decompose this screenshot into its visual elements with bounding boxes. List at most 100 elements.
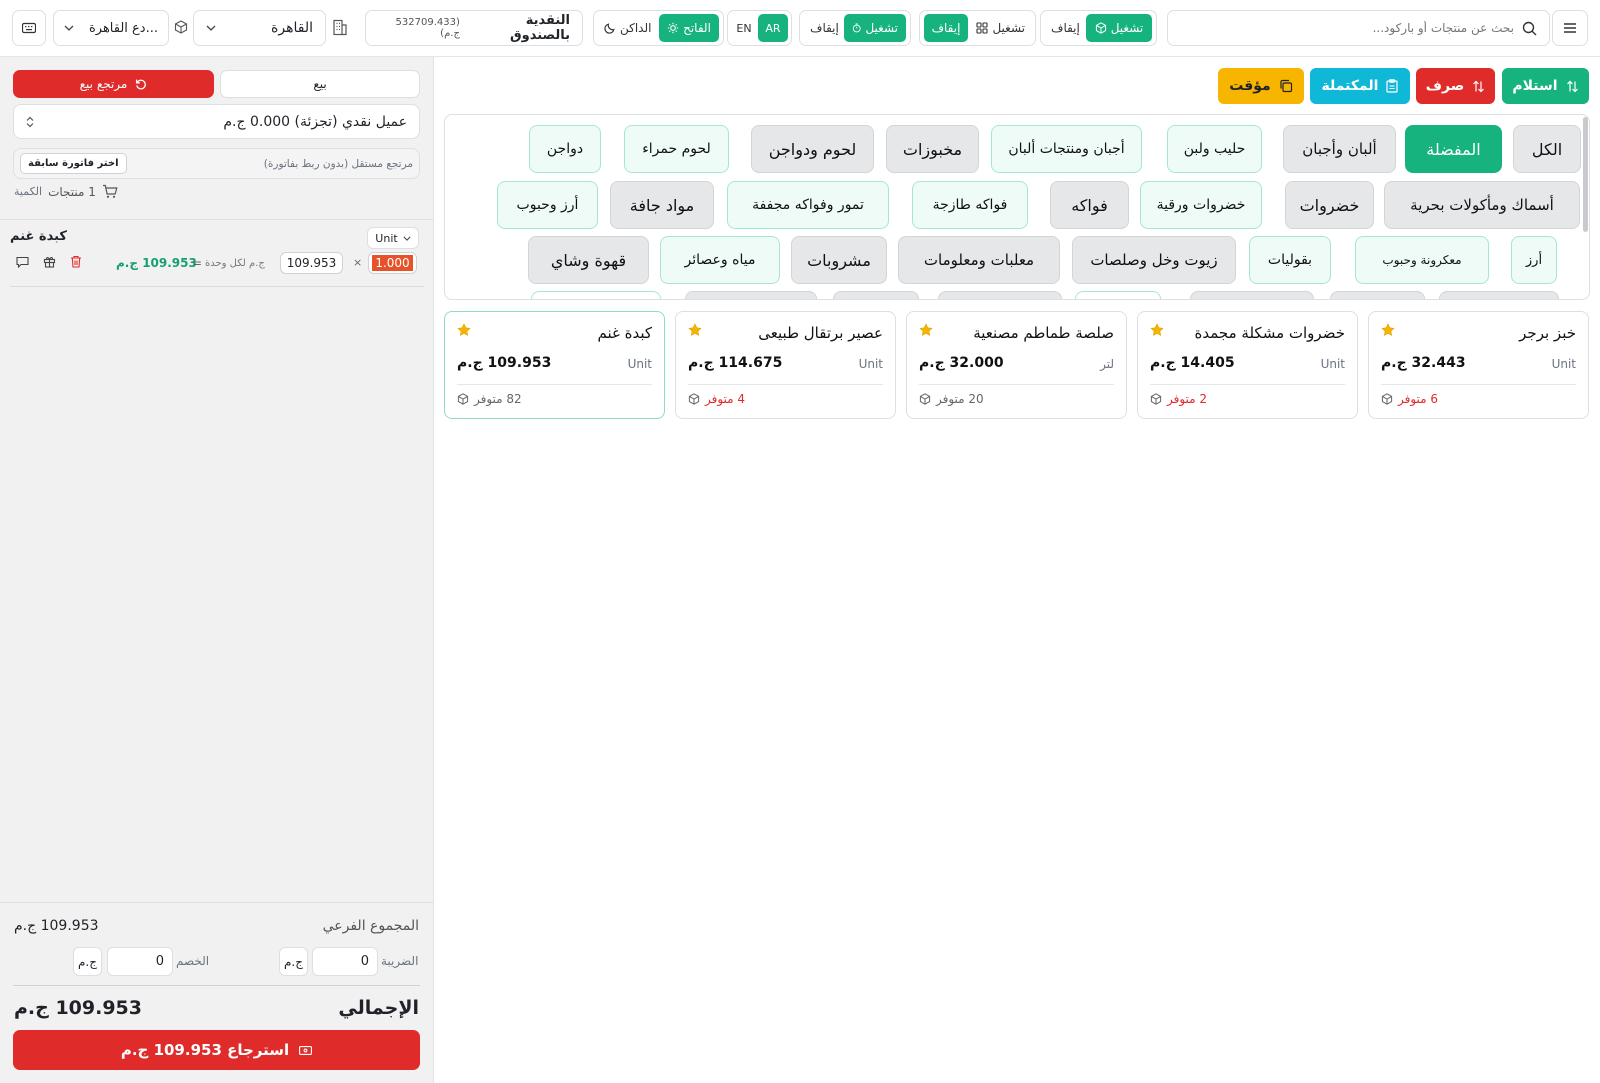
menu-button[interactable] xyxy=(1552,10,1588,46)
refund-button[interactable]: استرجاع 109.953 ج.م xyxy=(13,1030,420,1070)
category-chip[interactable]: فواكه xyxy=(1050,181,1129,229)
spend-button[interactable]: صرف xyxy=(1416,68,1495,104)
pick-invoice-button[interactable]: اختر فاتورة سابقة xyxy=(20,153,127,174)
category-chip[interactable]: أجبان ومنتجات ألبان xyxy=(991,125,1142,173)
category-label: ألبان وأجبان xyxy=(1302,140,1377,158)
product-card[interactable]: خضروات مشكلة مجمدة Unit 14.405 ج.م 2 متو… xyxy=(1137,311,1358,419)
timer-on-label: تشغيل xyxy=(865,21,898,35)
category-chip[interactable]: مشروبات xyxy=(791,236,887,284)
category-chip[interactable]: فواكه طازجة xyxy=(912,181,1028,229)
grid-on-label: تشغيل xyxy=(992,21,1025,35)
return-mode-label: مرتجع مستقل (بدون ربط بفاتورة) xyxy=(263,157,413,170)
discount-value: 0 xyxy=(155,954,164,969)
completed-button[interactable]: المكتملة xyxy=(1310,68,1410,104)
sale-tab[interactable]: بيع xyxy=(220,70,420,98)
timer-on-option[interactable]: تشغيل xyxy=(844,14,906,42)
transfer-icon xyxy=(1566,80,1578,92)
category-chip[interactable]: الكل xyxy=(1513,125,1581,173)
tax-unit-toggle[interactable]: ج.م xyxy=(279,947,308,976)
gift-icon[interactable] xyxy=(43,255,56,268)
lang-ar-option[interactable]: AR xyxy=(758,14,788,42)
product-stock: 20 متوفر xyxy=(919,392,984,406)
category-scrollbar[interactable] xyxy=(1583,117,1588,232)
star-icon[interactable] xyxy=(457,323,471,337)
category-chip[interactable]: مخبوزات xyxy=(886,125,979,173)
cart-item-per-unit: ج.م لكل وحدة xyxy=(205,258,265,269)
theme-dark-option[interactable]: الداكن xyxy=(598,21,651,35)
category-label: مخبوزات xyxy=(902,139,963,159)
timer-icon xyxy=(852,23,861,33)
category-chip[interactable]: حليب ولبن xyxy=(1167,125,1262,173)
search-input[interactable] xyxy=(1194,21,1514,35)
category-label: لحوم حمراء xyxy=(642,141,711,157)
return-sale-tab[interactable]: مرتجع بيع xyxy=(13,70,214,98)
chevron-up-down-icon xyxy=(26,116,34,127)
category-chip[interactable]: قهوة وشاي xyxy=(528,236,649,284)
box-on-option[interactable]: تشغيل xyxy=(1086,14,1152,42)
trash-icon[interactable] xyxy=(70,255,82,268)
star-icon[interactable] xyxy=(919,323,933,337)
category-chip[interactable]: أرز xyxy=(1511,236,1557,284)
product-unit: Unit xyxy=(1551,357,1576,371)
category-label: زيوت وخل وصلصات xyxy=(1090,251,1218,269)
warehouse-select[interactable]: ...دع القاهرة xyxy=(53,10,169,46)
category-chip[interactable]: معكرونة وحبوب xyxy=(1355,236,1489,284)
product-card[interactable]: خبز برجر Unit 32.443 ج.م 6 متوفر xyxy=(1368,311,1589,419)
product-price: 32.443 ج.م xyxy=(1381,355,1466,371)
category-chip[interactable]: خضروات ورقية xyxy=(1140,181,1262,229)
star-icon[interactable] xyxy=(1150,323,1164,337)
category-chip[interactable]: لحوم حمراء xyxy=(624,125,729,173)
product-card[interactable]: عصير برتقال طبيعى Unit 114.675 ج.م 4 متو… xyxy=(675,311,896,419)
box-icon xyxy=(1095,22,1106,34)
category-chip[interactable]: خضروات xyxy=(1285,181,1374,229)
lang-en-option[interactable]: EN xyxy=(731,22,757,35)
tax-input[interactable]: 0 xyxy=(312,947,378,976)
product-card[interactable]: صلصة طماطم مصنعية لتر 32.000 ج.م 20 متوف… xyxy=(906,311,1127,419)
branch-select[interactable]: القاهرة xyxy=(193,10,326,46)
category-chip[interactable]: دواجن xyxy=(529,125,601,173)
search-box xyxy=(1167,10,1550,46)
star-icon[interactable] xyxy=(688,323,702,337)
equals-sign: = xyxy=(192,256,203,270)
grid-on-option[interactable]: تشغيل xyxy=(976,21,1031,35)
category-chip[interactable]: أرز وحبوب xyxy=(497,181,598,229)
category-chip[interactable]: مواد جافة xyxy=(610,181,714,229)
completed-label: المكتملة xyxy=(1321,78,1379,94)
category-chip[interactable]: أسماك ومأكولات بحرية xyxy=(1384,181,1580,229)
product-name: صلصة طماطم مصنعية xyxy=(973,324,1114,342)
grid-off-option[interactable]: إيقاف xyxy=(924,14,968,42)
cart-item-qty-input[interactable]: 1.000 xyxy=(368,252,417,274)
theme-light-label: الفاتح xyxy=(683,21,711,35)
keyboard-button[interactable] xyxy=(12,10,46,46)
comment-icon[interactable] xyxy=(16,256,29,268)
product-card-selected[interactable]: كبدة غنم Unit 109.953 ج.م 82 متوفر xyxy=(444,311,665,419)
discount-unit-toggle[interactable]: ج.م xyxy=(73,947,102,976)
category-label: خضروات ورقية xyxy=(1156,197,1246,213)
category-chip-active[interactable]: المفضلة xyxy=(1405,125,1502,173)
category-chip[interactable]: مياه وعصائر xyxy=(660,236,780,284)
box-on-label: تشغيل xyxy=(1110,21,1144,35)
receive-button[interactable]: استلام xyxy=(1502,68,1589,104)
box-off-option[interactable]: إيقاف xyxy=(1045,21,1080,35)
category-label: تمور وفواكه مجففة xyxy=(752,197,864,213)
language-toggle: EN AR xyxy=(727,10,792,46)
cart-item-price-input[interactable]: 109.953 xyxy=(280,252,343,274)
category-label: الكل xyxy=(1531,139,1563,159)
timer-off-option[interactable]: إيقاف xyxy=(804,21,839,35)
customer-select[interactable]: عميل نقدي (تجزئة) 0.000 ج.م xyxy=(13,104,420,139)
category-chip[interactable]: ألبان وأجبان xyxy=(1283,125,1396,173)
divider xyxy=(0,902,433,903)
category-chip[interactable]: معلبات ومعلومات xyxy=(898,236,1060,284)
category-chip-partial xyxy=(1439,291,1559,299)
category-chip[interactable]: زيوت وخل وصلصات xyxy=(1072,236,1236,284)
star-icon[interactable] xyxy=(1381,323,1395,337)
theme-light-option[interactable]: الفاتح xyxy=(659,14,719,42)
discount-input[interactable]: 0 xyxy=(107,947,173,976)
category-chip[interactable]: لحوم ودواجن xyxy=(751,125,874,173)
category-chip[interactable]: تمور وفواكه مجففة xyxy=(727,181,889,229)
temp-button[interactable]: مؤقت xyxy=(1218,68,1304,104)
cashbox-amount: (532709.433 ج.م) xyxy=(395,17,460,39)
product-unit: Unit xyxy=(858,357,883,371)
category-chip[interactable]: بقوليات xyxy=(1249,236,1331,284)
cart-item-unit-select[interactable]: Unit xyxy=(367,227,419,249)
